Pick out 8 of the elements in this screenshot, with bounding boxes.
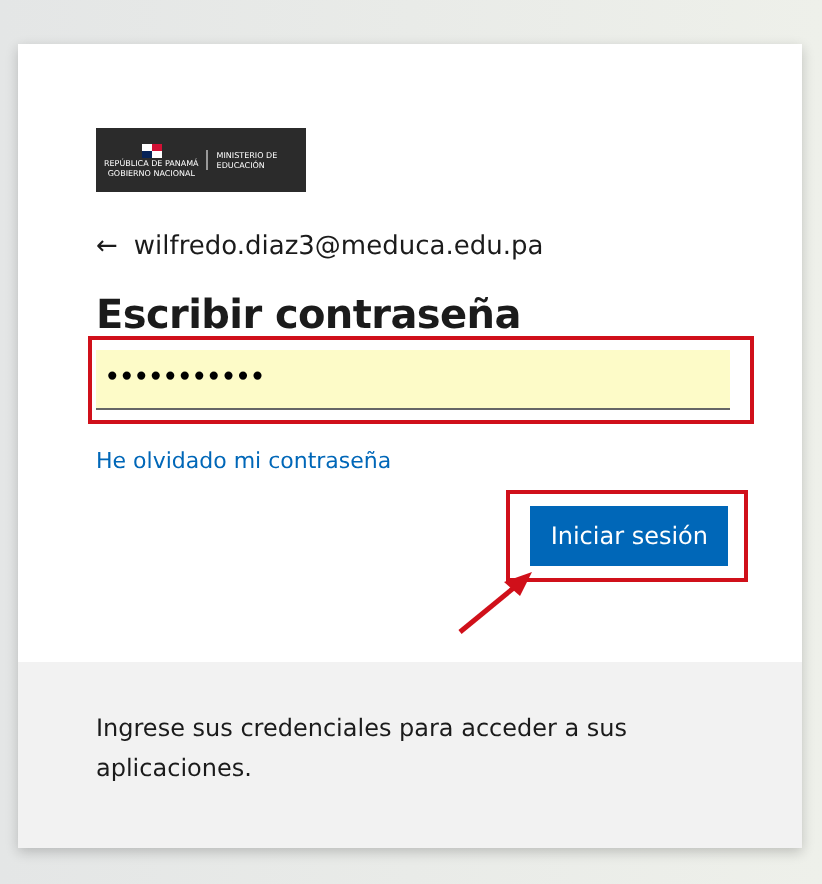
back-arrow-icon[interactable]: ← bbox=[96, 228, 118, 267]
page-title: Escribir contraseña bbox=[96, 287, 523, 339]
sign-in-button[interactable]: Iniciar sesión bbox=[530, 505, 728, 565]
forgot-password-link[interactable]: He olvidado mi contraseña bbox=[96, 445, 392, 478]
footer-text: Ingrese sus credenciales para acceder a sus aplicaciones. bbox=[18, 661, 802, 847]
password-field[interactable]: ••••••••••• bbox=[96, 349, 730, 409]
account-email: wilfredo.diaz3@meduca.edu.pa bbox=[133, 230, 544, 266]
flag-icon bbox=[141, 143, 162, 157]
